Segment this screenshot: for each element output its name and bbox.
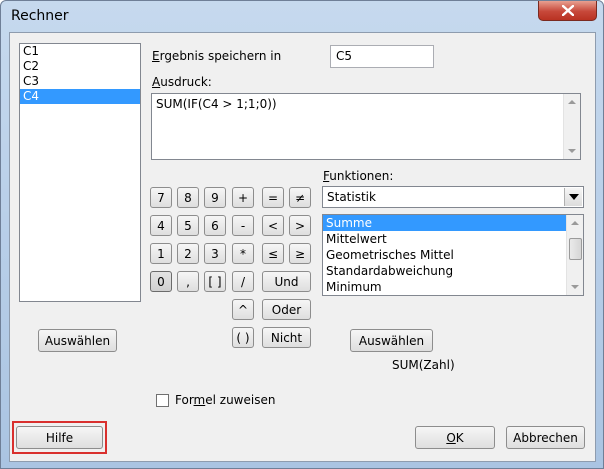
function-category-value: Statistik	[327, 190, 376, 204]
scroll-up-icon[interactable]	[571, 221, 579, 225]
key-not[interactable]: Nicht	[262, 327, 311, 348]
function-category-dropdown-button[interactable]	[564, 188, 582, 206]
key-5[interactable]: 5	[177, 215, 199, 236]
column-list[interactable]: C1 C2 C3 C4	[19, 43, 141, 302]
scrollbar-thumb[interactable]	[569, 238, 582, 260]
ok-button[interactable]: OK	[415, 426, 495, 449]
store-result-label: Ergebnis speichern in	[152, 49, 282, 63]
key-0[interactable]: 0	[150, 271, 172, 292]
key-greater-than[interactable]: >	[289, 215, 311, 236]
key-3[interactable]: 3	[204, 243, 226, 264]
assign-formula-label[interactable]: Formel zuweisen	[175, 393, 275, 407]
expression-scrollbar[interactable]	[563, 94, 580, 159]
function-list-scrollbar[interactable]	[566, 215, 583, 295]
column-item-c4[interactable]: C4	[20, 89, 140, 104]
function-list[interactable]: Summe Mittelwert Geometrisches Mittel St…	[322, 214, 584, 296]
function-item-standardabweichung[interactable]: Standardabweichung	[323, 263, 566, 279]
key-8[interactable]: 8	[177, 187, 199, 208]
scroll-up-icon[interactable]	[568, 100, 576, 104]
key-comma[interactable]: ,	[177, 271, 199, 292]
function-item-mittelwert[interactable]: Mittelwert	[323, 231, 566, 247]
calculator-dialog: Rechner C1 C2 C3 C4 Auswählen Ergebnis s…	[0, 0, 604, 469]
help-highlight-box	[12, 421, 107, 454]
key-7[interactable]: 7	[150, 187, 172, 208]
function-item-geometrisches-mittel[interactable]: Geometrisches Mittel	[323, 247, 566, 263]
key-2[interactable]: 2	[177, 243, 199, 264]
assign-formula-checkbox[interactable]	[156, 394, 169, 407]
title-bar[interactable]: Rechner	[1, 1, 603, 31]
store-result-input[interactable]: C5	[330, 45, 434, 68]
cancel-button[interactable]: Abbrechen	[506, 426, 585, 449]
key-equals[interactable]: =	[262, 187, 284, 208]
scroll-down-icon[interactable]	[568, 149, 576, 153]
key-not-equal[interactable]: ≠	[289, 187, 311, 208]
column-item-c3[interactable]: C3	[20, 74, 140, 89]
expression-label: Ausdruck:	[152, 75, 212, 89]
key-brackets[interactable]: [ ]	[204, 271, 226, 292]
key-minus[interactable]: -	[232, 215, 254, 236]
column-item-c2[interactable]: C2	[20, 59, 140, 74]
functions-label: Funktionen:	[323, 169, 394, 183]
select-column-button[interactable]: Auswählen	[38, 329, 117, 352]
select-function-button[interactable]: Auswählen	[350, 329, 433, 352]
key-less-than[interactable]: <	[262, 215, 284, 236]
column-item-c1[interactable]: C1	[20, 44, 140, 59]
key-9[interactable]: 9	[204, 187, 226, 208]
function-item-summe[interactable]: Summe	[323, 215, 566, 231]
key-6[interactable]: 6	[204, 215, 226, 236]
close-button[interactable]	[538, 1, 597, 21]
key-less-equal[interactable]: ≤	[262, 243, 284, 264]
key-parentheses[interactable]: ( )	[232, 327, 254, 348]
function-category-select[interactable]: Statistik	[322, 186, 584, 208]
key-or[interactable]: Oder	[262, 299, 311, 320]
key-and[interactable]: Und	[262, 271, 311, 292]
expression-text: SUM(IF(C4 > 1;1;0))	[156, 97, 277, 111]
key-4[interactable]: 4	[150, 215, 172, 236]
key-1[interactable]: 1	[150, 243, 172, 264]
function-item-minimum[interactable]: Minimum	[323, 279, 566, 295]
key-power[interactable]: ^	[232, 299, 254, 320]
scroll-down-icon[interactable]	[571, 285, 579, 289]
key-plus[interactable]: +	[232, 187, 254, 208]
function-syntax: SUM(Zahl)	[392, 358, 455, 372]
key-multiply[interactable]: *	[232, 243, 254, 264]
expression-textarea[interactable]: SUM(IF(C4 > 1;1;0))	[151, 93, 581, 160]
dialog-body: C1 C2 C3 C4 Auswählen Ergebnis speichern…	[9, 32, 596, 462]
close-icon	[561, 5, 574, 16]
window-title: Rechner	[11, 8, 69, 24]
key-divide[interactable]: /	[232, 271, 254, 292]
key-greater-equal[interactable]: ≥	[289, 243, 311, 264]
chevron-down-icon	[568, 194, 579, 200]
